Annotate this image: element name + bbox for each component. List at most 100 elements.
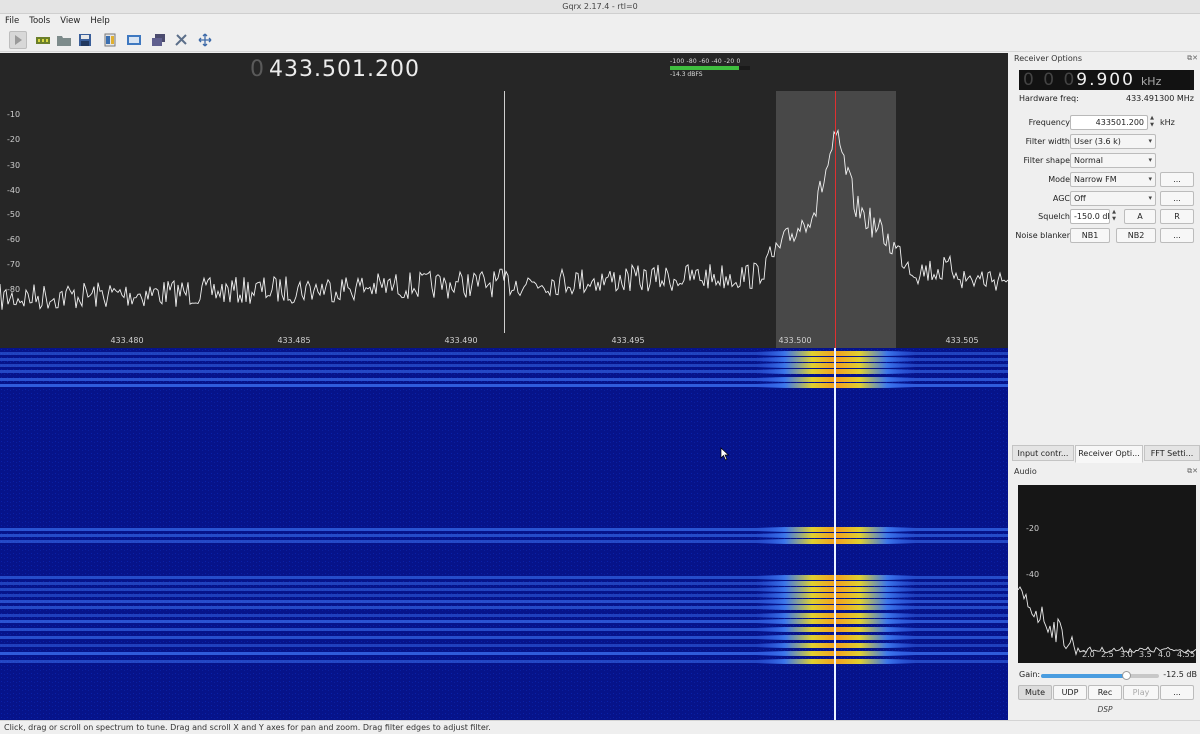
gain-value: -12.5 dB [1163,670,1197,679]
udp-button[interactable]: UDP [1053,685,1087,700]
squelch-auto-button[interactable]: A [1124,209,1156,224]
noise-blanker-label: Noise blanker [1015,231,1070,240]
frequency-unit: kHz [1160,118,1175,127]
meter-bar [670,66,750,70]
gain-slider-handle[interactable] [1121,671,1131,680]
gain-slider[interactable] [1041,671,1159,680]
y-tick-label: -10 [7,110,21,119]
tab-receiver-options[interactable]: Receiver Opti... [1075,445,1143,463]
y-tick-label: -40 [7,186,21,195]
mode-options-button[interactable]: ... [1160,172,1194,187]
frequency-value: 433.501.200 [269,57,420,82]
tab-input-controls[interactable]: Input contr... [1012,445,1074,461]
noise-blanker-row: Noise blanker NB1 NB2 ... [1010,228,1200,244]
audio-dock-buttons[interactable]: ⧉✕ [1187,467,1198,476]
frequency-spinner[interactable]: ▲ ▼ [1148,115,1156,130]
toolbar [0,28,1200,52]
hardware-frequency-label: Hardware freq: [1019,94,1079,103]
dock-buttons[interactable]: ⧉✕ [1187,54,1198,63]
demod-center-line[interactable] [835,91,836,348]
gain-label: Gain: [1019,670,1041,679]
audio-gain-row: Gain: -12.5 dB [1019,670,1197,682]
y-tick-label: -30 [7,161,21,170]
dock-tabs: Input contr... Receiver Opti... FFT Sett… [1012,445,1200,463]
menu-file[interactable]: File [0,14,24,28]
menu-help[interactable]: Help [85,14,114,28]
filter-shape-row: Filter shape Normal [1010,153,1200,169]
recording-icon[interactable] [101,31,119,49]
fft-trace [0,128,1008,310]
gqrx-window: Gqrx 2.17.4 - rtl=0 FileToolsViewHelp [0,0,1200,734]
agc-label: AGC [1052,194,1070,203]
mute-button[interactable]: Mute [1018,685,1052,700]
agc-row: AGC Off ... [1010,191,1200,207]
meter-fill [670,66,739,70]
agc-select[interactable]: Off [1070,191,1156,206]
audio-options-button[interactable]: ... [1160,685,1194,700]
receiver-options-title: Receiver Options [1014,54,1083,63]
noise-blanker-options-button[interactable]: ... [1160,228,1194,243]
y-tick-label: -50 [7,210,21,219]
nb2-button[interactable]: NB2 [1116,228,1156,243]
filter-width-row: Filter width User (3.6 k) [1010,134,1200,150]
mode-select[interactable]: Narrow FM [1070,172,1156,187]
squelch-row: Squelch -150.0 dB ▲ ▼ A R [1010,209,1200,225]
menu-view[interactable]: View [55,14,85,28]
frequency-label: Frequency [1028,118,1070,127]
squelch-input[interactable]: -150.0 dB [1070,209,1110,224]
x-tick-label: 433.480 [110,336,144,345]
x-tick-label: 433.500 [778,336,812,345]
spectrum-plot[interactable]: 0 433.501.200 -100 -80 -60 -40 -20 0 -14.… [0,53,1008,348]
tab-fft-settings[interactable]: FFT Setti... [1144,445,1200,461]
waterfall-image [0,348,1008,720]
audio-x-tick: 4.5 [1177,650,1190,659]
window-title: Gqrx 2.17.4 - rtl=0 [0,0,1200,14]
y-tick-label: -70 [7,260,21,269]
audio-fft-plot[interactable]: -20 -40 2.0 2.5 3.0 3.5 4.0 4.5 5 [1018,485,1196,663]
open-icon[interactable] [55,31,73,49]
signal-meter: -100 -80 -60 -40 -20 0 -14.3 dBFS [670,58,760,84]
squelch-reset-button[interactable]: R [1160,209,1194,224]
menu-tools[interactable]: Tools [24,14,55,28]
agc-options-button[interactable]: ... [1160,191,1194,206]
meter-value: -14.3 dBFS [670,71,703,78]
filter-width-label: Filter width [1025,137,1070,146]
audio-x-tick: 2.5 [1101,650,1114,659]
play-button[interactable]: Play [1123,685,1159,700]
audio-x-tick: 4.0 [1158,650,1171,659]
offset-value: 9.900 [1076,70,1135,90]
dx-cluster-icon[interactable] [172,31,190,49]
device-config-icon[interactable] [34,31,52,49]
hardware-frequency-value: 433.491300 MHz [1125,94,1194,103]
filter-width-select[interactable]: User (3.6 k) [1070,134,1156,149]
offset-leading-digits: 0 0 0 [1023,70,1077,90]
iq-tool-icon[interactable] [125,31,143,49]
meter-scale: -100 -80 -60 -40 -20 0 [670,58,741,65]
mode-label: Mode [1048,175,1070,184]
audio-x-tick: 3.0 [1120,650,1133,659]
status-bar: Click, drag or scroll on spectrum to tun… [0,720,1200,734]
fullscreen-icon[interactable] [196,31,214,49]
x-tick-label: 433.495 [611,336,645,345]
center-frequency-display[interactable]: 0 433.501.200 [250,57,420,82]
audio-x-tick: 2.0 [1082,650,1095,659]
gain-slider-fill [1041,674,1126,678]
waterfall-display[interactable] [0,348,1008,720]
squelch-label: Squelch [1038,212,1070,221]
frequency-leading-digit: 0 [250,57,265,82]
filter-shape-select[interactable]: Normal [1070,153,1156,168]
frequency-input[interactable]: 433501.200 [1070,115,1148,130]
audio-title: Audio [1014,467,1037,476]
record-button[interactable]: Rec [1088,685,1122,700]
save-icon[interactable] [76,31,94,49]
nb1-button[interactable]: NB1 [1070,228,1110,243]
start-dsp-icon[interactable] [9,31,27,49]
y-tick-label: -60 [7,235,21,244]
audio-fft-trace [1018,586,1196,657]
receiver-options-panel: Receiver Options ⧉✕ 0 0 09.900 kHz Hardwa… [1010,53,1200,720]
hardware-frequency-row: Hardware freq: 433.491300 MHz [1019,94,1194,103]
dsp-label: DSP [1097,705,1113,714]
offset-frequency-display[interactable]: 0 0 09.900 kHz [1019,70,1194,90]
remote-control-icon[interactable] [150,31,168,49]
squelch-spinner[interactable]: ▲ ▼ [1110,209,1118,224]
